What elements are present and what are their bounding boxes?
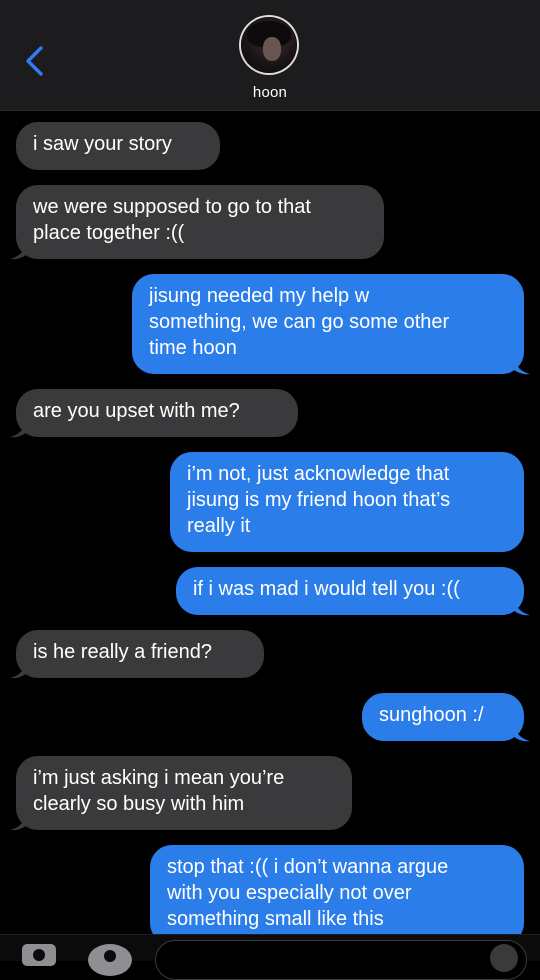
bubble-tail-incoming [10,663,28,679]
message-bubble-incoming[interactable]: i saw your story [16,122,220,170]
message-input[interactable] [155,940,527,980]
bubble-tail-incoming [10,422,28,438]
message-bubble-incoming[interactable]: are you upset with me? [16,389,298,437]
message-text: stop that :(( i don’t wanna argue with y… [167,856,449,930]
message-text: sunghoon :/ [379,704,484,726]
audio-icon[interactable] [490,944,518,972]
app-store-icon[interactable] [88,944,132,976]
message-bubble-outgoing[interactable]: i’m not, just acknowledge that jisung is… [170,452,524,552]
message-text: i’m not, just acknowledge that jisung is… [187,463,451,537]
camera-icon[interactable] [22,944,56,966]
message-bubble-incoming[interactable]: i’m just asking i mean you’re clearly so… [16,756,352,830]
message-bubble-outgoing[interactable]: sunghoon :/ [362,693,524,741]
message-text: i’m just asking i mean you’re clearly so… [33,767,285,815]
message-text: if i was mad i would tell you :(( [193,578,460,600]
message-text: jisung needed my help w something, we ca… [149,285,450,359]
bubble-tail-outgoing [512,359,530,375]
message-text: is he really a friend? [33,641,212,663]
message-text: we were supposed to go to that place tog… [33,196,311,244]
bubble-tail-incoming [10,244,28,260]
message-bubble-incoming[interactable]: is he really a friend? [16,630,264,678]
message-text: are you upset with me? [33,400,240,422]
message-bubble-outgoing[interactable]: stop that :(( i don’t wanna argue with y… [150,845,524,945]
message-bubble-outgoing[interactable]: jisung needed my help w something, we ca… [132,274,524,374]
message-text: i saw your story [33,133,172,155]
bubble-tail-outgoing [512,600,530,616]
message-bubble-incoming[interactable]: we were supposed to go to that place tog… [16,185,384,259]
bubble-tail-outgoing [512,726,530,742]
message-bubble-outgoing[interactable]: if i was mad i would tell you :(( [176,567,524,615]
message-thread: i saw your story we were supposed to go … [0,0,540,960]
bubble-tail-incoming [10,815,28,831]
